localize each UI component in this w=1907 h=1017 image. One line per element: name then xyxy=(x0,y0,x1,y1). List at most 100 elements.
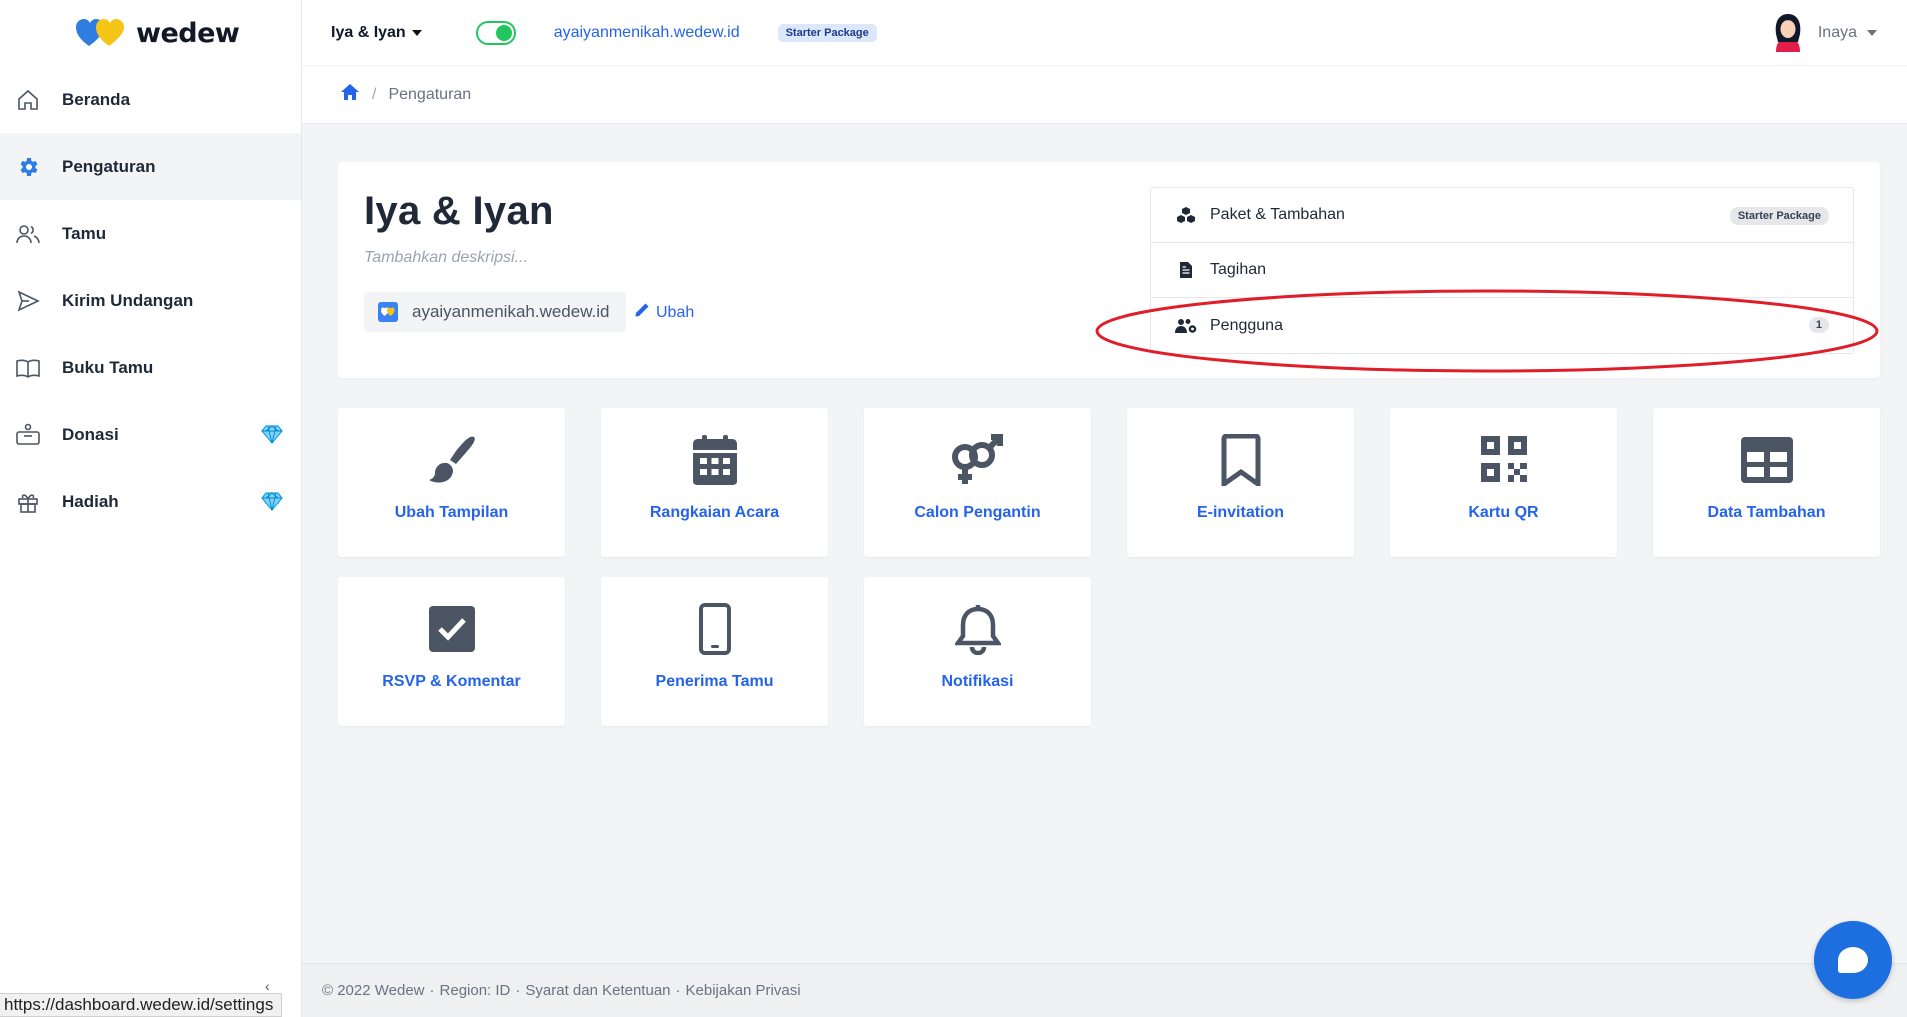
sidebar-item-hadiah[interactable]: Hadiah xyxy=(0,468,301,535)
sidebar-item-tamu[interactable]: Tamu xyxy=(0,200,301,267)
mobile-icon xyxy=(687,601,743,657)
gear-icon xyxy=(14,153,42,181)
event-selector-dropdown[interactable]: Iya & Iyan xyxy=(331,24,422,42)
user-count-badge: 1 xyxy=(1808,317,1829,333)
event-selector-label: Iya & Iyan xyxy=(331,23,406,41)
tile-rangkaian-acara[interactable]: Rangkaian Acara xyxy=(601,408,828,557)
sidebar-item-buku-tamu[interactable]: Buku Tamu xyxy=(0,334,301,401)
pencil-icon xyxy=(634,302,650,323)
top-bar: Iya & Iyan ayaiyanmenikah.wedew.id Start… xyxy=(302,0,1907,66)
sidebar-item-label: Pengaturan xyxy=(62,156,156,176)
cubes-icon xyxy=(1175,204,1197,226)
edit-label: Ubah xyxy=(656,303,695,321)
sidebar-item-kirim-undangan[interactable]: Kirim Undangan xyxy=(0,267,301,334)
premium-diamond-icon xyxy=(261,490,283,512)
home-icon xyxy=(14,86,42,114)
qrcode-icon xyxy=(1476,432,1532,488)
menu-item-label: Paket & Tambahan xyxy=(1210,206,1345,223)
avatar xyxy=(1775,14,1801,52)
menu-item-tagihan[interactable]: Tagihan xyxy=(1151,243,1853,298)
edit-domain-button[interactable]: Ubah xyxy=(634,302,694,323)
sidebar-item-beranda[interactable]: Beranda xyxy=(0,66,301,133)
wedew-logo-icon xyxy=(378,302,398,322)
tile-notifikasi[interactable]: Notifikasi xyxy=(864,577,1091,726)
event-domain-link[interactable]: ayaiyanmenikah.wedew.id xyxy=(554,24,740,42)
menu-item-pengguna[interactable]: Pengguna 1 xyxy=(1151,298,1853,353)
menu-item-label: Tagihan xyxy=(1210,261,1267,278)
sidebar-nav: Beranda Pengaturan Tamu Kirim Undangan B… xyxy=(0,66,301,535)
tile-calon-pengantin[interactable]: Calon Pengantin xyxy=(864,408,1091,557)
sidebar-collapse-icon[interactable]: ‹ xyxy=(265,978,270,994)
tile-data-tambahan[interactable]: Data Tambahan xyxy=(1653,408,1880,557)
tile-e-invitation[interactable]: E-invitation xyxy=(1127,408,1354,557)
sidebar-item-label: Buku Tamu xyxy=(62,357,154,377)
sidebar-item-pengaturan[interactable]: Pengaturan xyxy=(0,133,301,200)
book-icon xyxy=(14,354,42,382)
chevron-down-icon xyxy=(411,29,422,36)
event-header-card: Iya & Iyan Tambahkan deskripsi... ayaiya… xyxy=(338,162,1880,378)
donation-box-icon xyxy=(14,421,42,449)
chat-button[interactable] xyxy=(1814,921,1892,999)
package-badge: Starter Package xyxy=(1729,207,1829,225)
chevron-down-icon xyxy=(1867,30,1877,36)
tile-label: Penerima Tamu xyxy=(655,673,774,690)
chat-icon xyxy=(1838,947,1868,973)
breadcrumb-current: Pengaturan xyxy=(388,85,472,103)
toggle-knob xyxy=(495,24,512,41)
checkbox-icon xyxy=(424,601,480,657)
tile-label: Kartu QR xyxy=(1468,504,1539,521)
feature-tiles-grid: Ubah Tampilan Rangkaian Acara Calon Peng… xyxy=(338,408,1880,726)
footer-region: Region: ID xyxy=(439,982,511,999)
home-icon[interactable] xyxy=(340,83,360,106)
page-title: Iya & Iyan xyxy=(364,189,554,233)
tile-label: Calon Pengantin xyxy=(914,504,1041,521)
sidebar-item-label: Kirim Undangan xyxy=(62,290,194,310)
bell-icon xyxy=(950,601,1006,657)
user-name: Inaya xyxy=(1817,24,1857,41)
gender-icon xyxy=(950,432,1006,488)
tile-rsvp-komentar[interactable]: RSVP & Komentar xyxy=(338,577,565,726)
settings-side-menu: Paket & Tambahan Starter Package Tagihan… xyxy=(1150,187,1854,354)
breadcrumb-separator: / xyxy=(372,85,377,103)
tile-label: RSVP & Komentar xyxy=(382,673,521,690)
invoice-icon xyxy=(1175,259,1197,281)
footer-separator: · xyxy=(515,982,521,999)
tile-label: Rangkaian Acara xyxy=(649,504,780,521)
event-domain-chip[interactable]: ayaiyanmenikah.wedew.id xyxy=(364,292,626,332)
tile-label: Ubah Tampilan xyxy=(394,504,509,521)
tile-label: Data Tambahan xyxy=(1707,504,1826,521)
calendar-icon xyxy=(687,432,743,488)
menu-item-paket-tambahan[interactable]: Paket & Tambahan Starter Package xyxy=(1151,188,1853,243)
user-gear-icon xyxy=(1175,315,1197,337)
send-icon xyxy=(14,287,42,315)
footer-copyright: © 2022 Wedew xyxy=(322,982,425,999)
tile-ubah-tampilan[interactable]: Ubah Tampilan xyxy=(338,408,565,557)
footer: © 2022 Wedew · Region: ID · Syarat dan K… xyxy=(302,963,1907,1017)
sidebar-item-label: Beranda xyxy=(62,89,131,109)
sidebar-item-label: Tamu xyxy=(62,223,107,243)
publish-toggle[interactable] xyxy=(475,20,516,45)
brand-name: wedew xyxy=(136,17,240,49)
sidebar-item-label: Donasi xyxy=(62,424,119,444)
event-domain-text: ayaiyanmenikah.wedew.id xyxy=(412,302,610,321)
browser-status-url: https://dashboard.wedew.id/settings xyxy=(0,993,283,1017)
brush-icon xyxy=(424,432,480,488)
tile-label: E-invitation xyxy=(1196,504,1285,521)
footer-privacy-link[interactable]: Kebijakan Privasi xyxy=(686,982,801,999)
sidebar-item-donasi[interactable]: Donasi xyxy=(0,401,301,468)
users-icon xyxy=(14,220,42,248)
footer-terms-link[interactable]: Syarat dan Ketentuan xyxy=(525,982,670,999)
tile-penerima-tamu[interactable]: Penerima Tamu xyxy=(601,577,828,726)
user-menu[interactable]: Inaya xyxy=(1768,12,1877,54)
tile-kartu-qr[interactable]: Kartu QR xyxy=(1390,408,1617,557)
breadcrumb: / Pengaturan xyxy=(302,66,1907,124)
bookmark-icon xyxy=(1213,432,1269,488)
event-description[interactable]: Tambahkan deskripsi... xyxy=(364,249,528,267)
footer-separator: · xyxy=(675,982,681,999)
sidebar: wedew Beranda Pengaturan Tamu Kirim Unda… xyxy=(0,0,302,1017)
wedew-logo-icon xyxy=(76,19,124,46)
table-icon xyxy=(1739,432,1795,488)
sidebar-item-label: Hadiah xyxy=(62,491,119,511)
menu-item-label: Pengguna xyxy=(1210,316,1283,334)
brand-logo[interactable]: wedew xyxy=(0,0,301,66)
